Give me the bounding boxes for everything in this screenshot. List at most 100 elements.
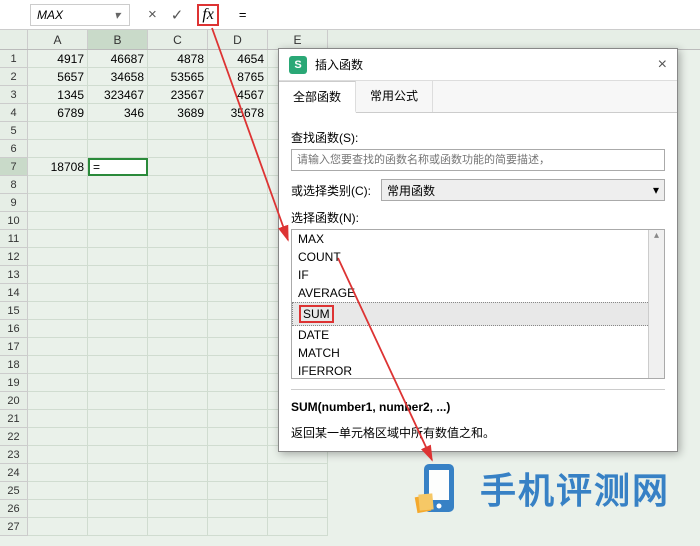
row-header-10[interactable]: 10 [0,212,28,230]
cell-B8[interactable] [88,176,148,194]
cell-B18[interactable] [88,356,148,374]
row-header-19[interactable]: 19 [0,374,28,392]
cell-B12[interactable] [88,248,148,266]
cell-D20[interactable] [208,392,268,410]
cell-B4[interactable]: 346 [88,104,148,122]
cell-E26[interactable] [268,500,328,518]
cell-A27[interactable] [28,518,88,536]
cell-D10[interactable] [208,212,268,230]
cell-D25[interactable] [208,482,268,500]
cell-C23[interactable] [148,446,208,464]
row-header-25[interactable]: 25 [0,482,28,500]
cell-C12[interactable] [148,248,208,266]
cell-C5[interactable] [148,122,208,140]
cell-B25[interactable] [88,482,148,500]
cell-C21[interactable] [148,410,208,428]
cell-B21[interactable] [88,410,148,428]
cell-B13[interactable] [88,266,148,284]
cell-A1[interactable]: 4917 [28,50,88,68]
cell-C7[interactable] [148,158,208,176]
cell-C8[interactable] [148,176,208,194]
function-item-average[interactable]: AVERAGE [292,284,664,302]
cell-B17[interactable] [88,338,148,356]
function-item-if[interactable]: IF [292,266,664,284]
cell-C3[interactable]: 23567 [148,86,208,104]
cell-B5[interactable] [88,122,148,140]
cell-B19[interactable] [88,374,148,392]
function-item-sum[interactable]: SUM [292,302,664,326]
column-header-C[interactable]: C [148,30,208,49]
cell-B1[interactable]: 46687 [88,50,148,68]
cell-C17[interactable] [148,338,208,356]
cell-A11[interactable] [28,230,88,248]
cell-D18[interactable] [208,356,268,374]
cell-D26[interactable] [208,500,268,518]
row-header-5[interactable]: 5 [0,122,28,140]
column-header-E[interactable]: E [268,30,328,49]
cell-D12[interactable] [208,248,268,266]
cell-D9[interactable] [208,194,268,212]
cell-C20[interactable] [148,392,208,410]
cell-B6[interactable] [88,140,148,158]
cell-A9[interactable] [28,194,88,212]
cell-D23[interactable] [208,446,268,464]
cell-A7[interactable]: 18708 [28,158,88,176]
cell-C24[interactable] [148,464,208,482]
cell-A12[interactable] [28,248,88,266]
formula-input[interactable]: = [229,7,700,22]
cell-A26[interactable] [28,500,88,518]
function-list[interactable]: MAXCOUNTIFAVERAGESUMDATEMATCHIFERROR ▴ [291,229,665,379]
row-header-17[interactable]: 17 [0,338,28,356]
column-header-B[interactable]: B [88,30,148,49]
cell-D22[interactable] [208,428,268,446]
cell-D7[interactable] [208,158,268,176]
cancel-icon[interactable]: × [148,6,157,23]
cell-A18[interactable] [28,356,88,374]
column-header-A[interactable]: A [28,30,88,49]
cell-A23[interactable] [28,446,88,464]
cell-C18[interactable] [148,356,208,374]
cell-A14[interactable] [28,284,88,302]
select-all-corner[interactable] [0,30,28,49]
cell-C4[interactable]: 3689 [148,104,208,122]
cell-B15[interactable] [88,302,148,320]
category-select[interactable]: 常用函数 ▾ [381,179,665,201]
row-header-22[interactable]: 22 [0,428,28,446]
cell-D27[interactable] [208,518,268,536]
cell-A5[interactable] [28,122,88,140]
row-header-14[interactable]: 14 [0,284,28,302]
cell-C1[interactable]: 4878 [148,50,208,68]
row-header-24[interactable]: 24 [0,464,28,482]
cell-B14[interactable] [88,284,148,302]
cell-A21[interactable] [28,410,88,428]
row-header-16[interactable]: 16 [0,320,28,338]
cell-E27[interactable] [268,518,328,536]
cell-C6[interactable] [148,140,208,158]
row-header-26[interactable]: 26 [0,500,28,518]
cell-C26[interactable] [148,500,208,518]
cell-B11[interactable] [88,230,148,248]
function-item-match[interactable]: MATCH [292,344,664,362]
row-header-18[interactable]: 18 [0,356,28,374]
cell-C16[interactable] [148,320,208,338]
cell-D19[interactable] [208,374,268,392]
cell-A3[interactable]: 1345 [28,86,88,104]
cell-C11[interactable] [148,230,208,248]
cell-D1[interactable]: 4654 [208,50,268,68]
cell-B10[interactable] [88,212,148,230]
cell-B9[interactable] [88,194,148,212]
cell-A24[interactable] [28,464,88,482]
cell-D3[interactable]: 4567 [208,86,268,104]
cell-B2[interactable]: 34658 [88,68,148,86]
name-box-dropdown-icon[interactable]: ▾ [111,8,123,22]
cell-A20[interactable] [28,392,88,410]
accept-icon[interactable]: ✓ [171,6,184,24]
cell-A25[interactable] [28,482,88,500]
cell-D17[interactable] [208,338,268,356]
cell-D5[interactable] [208,122,268,140]
row-header-11[interactable]: 11 [0,230,28,248]
cell-C27[interactable] [148,518,208,536]
cell-C15[interactable] [148,302,208,320]
row-header-6[interactable]: 6 [0,140,28,158]
scroll-up-icon[interactable]: ▴ [649,230,664,241]
